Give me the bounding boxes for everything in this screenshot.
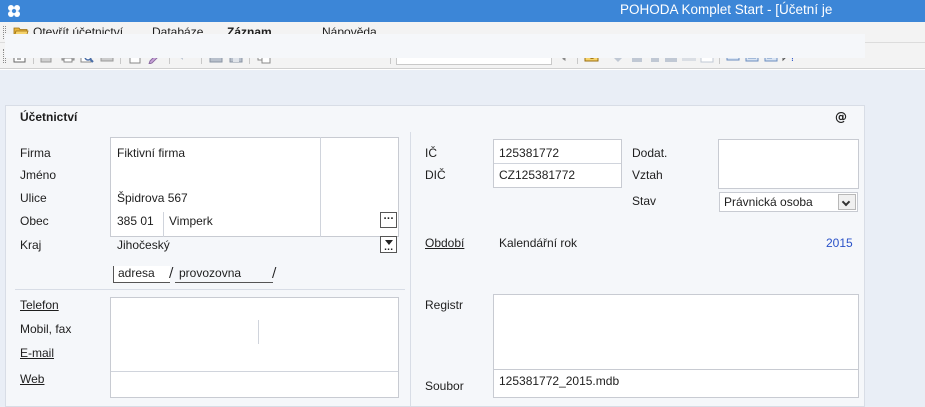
window-title: POHODA Komplet Start - [Účetní je bbox=[620, 2, 833, 17]
chevron-down-icon bbox=[841, 197, 851, 207]
web-link[interactable]: Web bbox=[20, 372, 44, 386]
stav-value: Právnická osoba bbox=[724, 195, 813, 209]
jmeno-field[interactable] bbox=[117, 168, 317, 182]
dic-field[interactable]: CZ125381772 bbox=[499, 168, 575, 182]
title-bar: POHODA Komplet Start - [Účetní je bbox=[0, 0, 925, 22]
obdobi-value: Kalendářní rok bbox=[499, 236, 578, 250]
contact-grid-line bbox=[111, 371, 398, 372]
psc-field[interactable]: 385 01 bbox=[117, 214, 154, 228]
tab-divider: / bbox=[169, 266, 174, 281]
ulice-label: Ulice bbox=[20, 191, 47, 205]
obdobi-link[interactable]: Období bbox=[425, 236, 464, 250]
tab-adresa[interactable]: adresa bbox=[113, 266, 170, 283]
registr-label: Registr bbox=[425, 298, 464, 312]
ic-label: IČ bbox=[425, 146, 437, 160]
pohoda-app-icon[interactable] bbox=[6, 3, 22, 19]
section-header bbox=[5, 34, 865, 58]
stav-label: Stav bbox=[632, 194, 657, 208]
tab-divider: / bbox=[272, 266, 277, 281]
kraj-field[interactable]: Jihočeský bbox=[117, 238, 170, 252]
registr-field[interactable] bbox=[493, 294, 859, 370]
address-grid-line bbox=[163, 212, 164, 237]
stav-select[interactable]: Právnická osoba bbox=[719, 192, 858, 212]
contact-box bbox=[110, 297, 399, 398]
dic-label: DIČ bbox=[425, 168, 446, 182]
column-divider bbox=[410, 132, 411, 407]
ids-grid-line bbox=[494, 163, 621, 164]
ic-field[interactable]: 125381772 bbox=[499, 146, 559, 160]
address-tabs: adresa provozovna / / bbox=[113, 266, 283, 286]
mobil-fax-label: Mobil, fax bbox=[20, 322, 72, 336]
contact-grid-line bbox=[258, 320, 259, 344]
ellipsis-icon: ... bbox=[384, 243, 394, 252]
kraj-label: Kraj bbox=[20, 238, 42, 252]
firma-field[interactable]: Fiktivní firma bbox=[117, 146, 185, 160]
ulice-field[interactable]: Špidrova 567 bbox=[117, 191, 188, 205]
kraj-dropdown-button[interactable]: ... bbox=[380, 236, 397, 253]
stav-dropdown-button[interactable] bbox=[838, 194, 856, 210]
jmeno-label: Jméno bbox=[20, 168, 57, 182]
telefon-link[interactable]: Telefon bbox=[20, 298, 59, 312]
email-link[interactable]: E-mail bbox=[20, 346, 54, 360]
obec-lookup-button[interactable]: ... bbox=[380, 212, 397, 228]
obec-field[interactable]: Vimperk bbox=[169, 214, 213, 228]
address-grid-line bbox=[320, 137, 321, 237]
section-title: Účetnictví bbox=[20, 110, 78, 124]
soubor-field[interactable]: 125381772_2015.mdb bbox=[499, 374, 619, 388]
email-at-icon[interactable]: @ bbox=[835, 110, 847, 124]
vztah-label: Vztah bbox=[632, 168, 663, 182]
firma-label: Firma bbox=[20, 146, 51, 160]
year-link[interactable]: 2015 bbox=[826, 236, 853, 250]
soubor-label: Soubor bbox=[425, 379, 464, 393]
dodat-vztah-box[interactable] bbox=[718, 139, 859, 189]
tab-provozovna[interactable]: provozovna bbox=[175, 266, 273, 283]
obec-label: Obec bbox=[20, 214, 49, 228]
dodat-label: Dodat. bbox=[632, 146, 668, 160]
section-divider bbox=[15, 289, 405, 290]
